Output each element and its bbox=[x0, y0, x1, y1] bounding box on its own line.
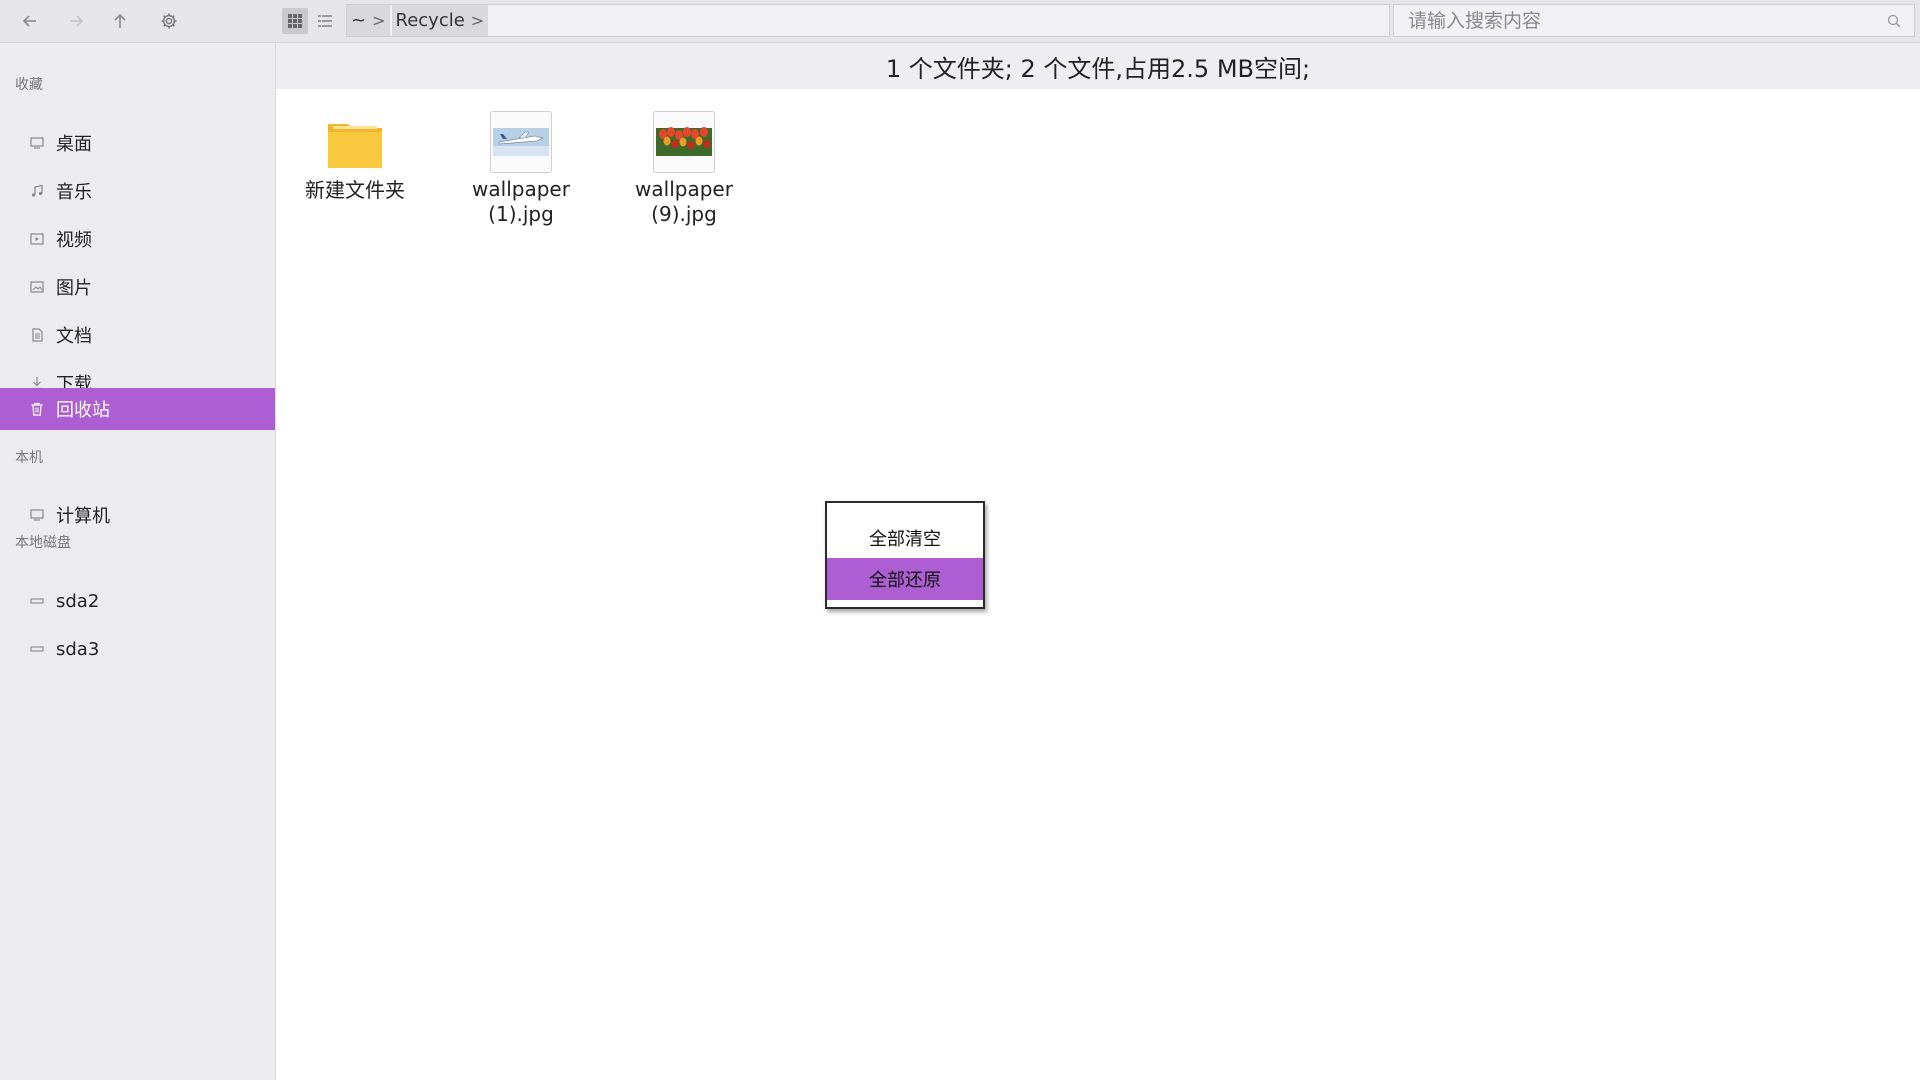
disk-icon bbox=[28, 640, 46, 658]
file-name-line: wallpaper bbox=[635, 177, 733, 201]
sidebar-item-documents[interactable]: 文档 bbox=[0, 314, 275, 356]
file-manager-window: ~ > Recycle > 收藏 桌面 bbox=[0, 0, 1920, 1080]
sidebar-item-music[interactable]: 音乐 bbox=[0, 170, 275, 212]
file-name-line: (9).jpg bbox=[651, 202, 717, 226]
sidebar-item-label: 音乐 bbox=[56, 182, 92, 203]
file-item-wallpaper-9[interactable]: wallpaper (9).jpg bbox=[629, 111, 739, 227]
settings-button[interactable] bbox=[154, 6, 184, 36]
sidebar-item-computer[interactable]: 计算机 bbox=[0, 494, 275, 536]
image-thumbnail bbox=[490, 111, 552, 173]
list-view-icon bbox=[318, 15, 332, 27]
status-summary: 1 个文件夹; 2 个文件,占用2.5 MB空间; bbox=[276, 43, 1920, 89]
breadcrumb-home[interactable]: ~ > bbox=[347, 5, 390, 36]
chevron-right-icon: > bbox=[372, 11, 386, 30]
tulips-thumbnail-icon bbox=[656, 127, 712, 156]
picture-icon bbox=[28, 278, 46, 296]
breadcrumb-label: ~ bbox=[351, 10, 367, 31]
list-view-button[interactable] bbox=[312, 8, 338, 34]
sidebar-item-pictures[interactable]: 图片 bbox=[0, 266, 275, 308]
section-title-disks: 本地磁盘 bbox=[15, 535, 71, 551]
video-icon bbox=[28, 230, 46, 248]
sidebar-item-sda3[interactable]: sda3 bbox=[0, 628, 275, 670]
sidebar-item-label: 文档 bbox=[56, 326, 92, 347]
sidebar-item-label: 回收站 bbox=[56, 400, 110, 421]
toolbar: ~ > Recycle > bbox=[0, 0, 1920, 43]
file-name: wallpaper (9).jpg bbox=[629, 177, 739, 227]
search-input[interactable] bbox=[1406, 8, 1870, 33]
section-title-computer: 本机 bbox=[15, 450, 43, 466]
airplane-thumbnail-icon bbox=[493, 128, 549, 156]
sidebar-item-label: 图片 bbox=[56, 278, 92, 299]
sidebar-item-sda2[interactable]: sda2 bbox=[0, 580, 275, 622]
trash-icon bbox=[28, 400, 46, 418]
menu-item-empty-all[interactable]: 全部清空 bbox=[827, 517, 983, 559]
breadcrumb-label: Recycle bbox=[395, 10, 465, 31]
menu-item-restore-all[interactable]: 全部还原 bbox=[827, 558, 983, 600]
sidebar-item-label: 视频 bbox=[56, 230, 92, 251]
disk-icon bbox=[28, 592, 46, 610]
gear-icon bbox=[161, 13, 177, 29]
file-area[interactable]: 1 个文件夹; 2 个文件,占用2.5 MB空间; 新建文件夹 wallpape… bbox=[276, 43, 1920, 1080]
desktop-icon bbox=[28, 134, 46, 152]
document-icon bbox=[28, 326, 46, 344]
sidebar-item-recycle-bin[interactable]: 回收站 bbox=[0, 388, 275, 430]
arrow-left-icon bbox=[22, 15, 36, 27]
sidebar-item-label: 计算机 bbox=[56, 506, 110, 527]
sidebar-item-label: sda2 bbox=[56, 590, 100, 612]
back-button[interactable] bbox=[15, 6, 45, 36]
folder-icon bbox=[328, 124, 382, 168]
up-button[interactable] bbox=[105, 6, 135, 36]
arrow-right-icon bbox=[70, 15, 84, 27]
sidebar: 收藏 桌面 音乐 视频 图片 文档 下载 回收站 本机 计算机 本地磁盘 sda… bbox=[0, 43, 276, 1080]
chevron-right-icon: > bbox=[470, 11, 485, 30]
breadcrumb-recycle[interactable]: Recycle > bbox=[391, 5, 489, 36]
grid-view-button[interactable] bbox=[282, 8, 308, 34]
section-title-favorites: 收藏 bbox=[15, 77, 43, 93]
arrow-up-icon bbox=[114, 13, 126, 28]
search-icon[interactable] bbox=[1886, 13, 1902, 29]
music-icon bbox=[28, 182, 46, 200]
sidebar-item-video[interactable]: 视频 bbox=[0, 218, 275, 260]
file-name-line: (1).jpg bbox=[488, 202, 554, 226]
computer-icon bbox=[28, 506, 46, 524]
context-menu: 全部清空 全部还原 bbox=[825, 501, 985, 609]
file-item-folder[interactable]: 新建文件夹 bbox=[300, 114, 410, 203]
file-name: wallpaper (1).jpg bbox=[466, 177, 576, 227]
path-bar[interactable]: ~ > Recycle > bbox=[346, 4, 1390, 37]
sidebar-item-desktop[interactable]: 桌面 bbox=[0, 122, 275, 164]
sidebar-item-label: sda3 bbox=[56, 638, 100, 660]
search-box[interactable] bbox=[1393, 4, 1915, 37]
forward-button[interactable] bbox=[61, 6, 91, 36]
file-name-line: wallpaper bbox=[472, 177, 570, 201]
image-thumbnail bbox=[653, 111, 715, 173]
file-name: 新建文件夹 bbox=[305, 178, 405, 202]
grid-view-icon bbox=[288, 14, 302, 28]
file-item-wallpaper-1[interactable]: wallpaper (1).jpg bbox=[466, 111, 576, 227]
sidebar-item-label: 桌面 bbox=[56, 134, 92, 155]
